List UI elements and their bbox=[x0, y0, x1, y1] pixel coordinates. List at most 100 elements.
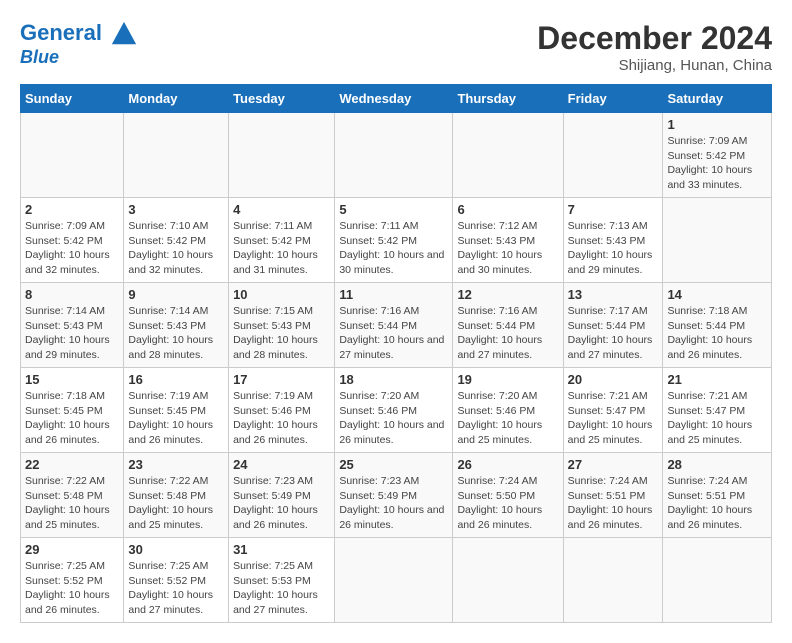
empty-cell bbox=[229, 113, 335, 198]
day-number: 27 bbox=[568, 457, 659, 472]
day-info: Sunrise: 7:18 AMSunset: 5:45 PMDaylight:… bbox=[25, 389, 119, 448]
calendar-table: SundayMondayTuesdayWednesdayThursdayFrid… bbox=[20, 84, 772, 623]
calendar-day-cell: 8 Sunrise: 7:14 AMSunset: 5:43 PMDayligh… bbox=[21, 283, 124, 368]
empty-cell bbox=[124, 113, 229, 198]
day-info: Sunrise: 7:19 AMSunset: 5:46 PMDaylight:… bbox=[233, 389, 330, 448]
calendar-day-cell: 26 Sunrise: 7:24 AMSunset: 5:50 PMDaylig… bbox=[453, 453, 563, 538]
empty-cell bbox=[453, 538, 563, 623]
calendar-header-row: SundayMondayTuesdayWednesdayThursdayFrid… bbox=[21, 85, 772, 113]
day-info: Sunrise: 7:24 AMSunset: 5:51 PMDaylight:… bbox=[568, 474, 659, 533]
empty-cell bbox=[453, 113, 563, 198]
day-number: 20 bbox=[568, 372, 659, 387]
day-info: Sunrise: 7:12 AMSunset: 5:43 PMDaylight:… bbox=[457, 219, 558, 278]
calendar-day-cell: 31 Sunrise: 7:25 AMSunset: 5:53 PMDaylig… bbox=[229, 538, 335, 623]
calendar-week-row: 22 Sunrise: 7:22 AMSunset: 5:48 PMDaylig… bbox=[21, 453, 772, 538]
day-info: Sunrise: 7:25 AMSunset: 5:53 PMDaylight:… bbox=[233, 559, 330, 618]
calendar-day-cell: 7 Sunrise: 7:13 AMSunset: 5:43 PMDayligh… bbox=[563, 198, 663, 283]
calendar-day-cell: 30 Sunrise: 7:25 AMSunset: 5:52 PMDaylig… bbox=[124, 538, 229, 623]
day-info: Sunrise: 7:20 AMSunset: 5:46 PMDaylight:… bbox=[339, 389, 448, 448]
calendar-day-cell: 9 Sunrise: 7:14 AMSunset: 5:43 PMDayligh… bbox=[124, 283, 229, 368]
calendar-week-row: 2 Sunrise: 7:09 AMSunset: 5:42 PMDayligh… bbox=[21, 198, 772, 283]
day-number: 11 bbox=[339, 287, 448, 302]
calendar-week-row: 8 Sunrise: 7:14 AMSunset: 5:43 PMDayligh… bbox=[21, 283, 772, 368]
day-info: Sunrise: 7:09 AMSunset: 5:42 PMDaylight:… bbox=[667, 134, 767, 193]
day-number: 21 bbox=[667, 372, 767, 387]
calendar-day-cell: 23 Sunrise: 7:22 AMSunset: 5:48 PMDaylig… bbox=[124, 453, 229, 538]
day-info: Sunrise: 7:23 AMSunset: 5:49 PMDaylight:… bbox=[339, 474, 448, 533]
logo-subtext: Blue bbox=[20, 48, 138, 68]
day-of-week-header: Thursday bbox=[453, 85, 563, 113]
day-number: 22 bbox=[25, 457, 119, 472]
day-info: Sunrise: 7:20 AMSunset: 5:46 PMDaylight:… bbox=[457, 389, 558, 448]
calendar-day-cell: 27 Sunrise: 7:24 AMSunset: 5:51 PMDaylig… bbox=[563, 453, 663, 538]
calendar-day-cell: 25 Sunrise: 7:23 AMSunset: 5:49 PMDaylig… bbox=[335, 453, 453, 538]
calendar-day-cell: 13 Sunrise: 7:17 AMSunset: 5:44 PMDaylig… bbox=[563, 283, 663, 368]
day-of-week-header: Sunday bbox=[21, 85, 124, 113]
day-info: Sunrise: 7:19 AMSunset: 5:45 PMDaylight:… bbox=[128, 389, 224, 448]
day-number: 17 bbox=[233, 372, 330, 387]
day-info: Sunrise: 7:25 AMSunset: 5:52 PMDaylight:… bbox=[128, 559, 224, 618]
empty-cell bbox=[563, 538, 663, 623]
day-info: Sunrise: 7:17 AMSunset: 5:44 PMDaylight:… bbox=[568, 304, 659, 363]
calendar-day-cell: 22 Sunrise: 7:22 AMSunset: 5:48 PMDaylig… bbox=[21, 453, 124, 538]
day-number: 19 bbox=[457, 372, 558, 387]
day-number: 31 bbox=[233, 542, 330, 557]
day-of-week-header: Friday bbox=[563, 85, 663, 113]
calendar-day-cell: 24 Sunrise: 7:23 AMSunset: 5:49 PMDaylig… bbox=[229, 453, 335, 538]
empty-cell bbox=[335, 113, 453, 198]
empty-cell bbox=[21, 113, 124, 198]
day-number: 6 bbox=[457, 202, 558, 217]
calendar-day-cell: 14 Sunrise: 7:18 AMSunset: 5:44 PMDaylig… bbox=[663, 283, 772, 368]
day-info: Sunrise: 7:09 AMSunset: 5:42 PMDaylight:… bbox=[25, 219, 119, 278]
day-number: 7 bbox=[568, 202, 659, 217]
day-number: 14 bbox=[667, 287, 767, 302]
day-number: 24 bbox=[233, 457, 330, 472]
calendar-week-row: 1 Sunrise: 7:09 AMSunset: 5:42 PMDayligh… bbox=[21, 113, 772, 198]
calendar-day-cell: 16 Sunrise: 7:19 AMSunset: 5:45 PMDaylig… bbox=[124, 368, 229, 453]
calendar-day-cell: 17 Sunrise: 7:19 AMSunset: 5:46 PMDaylig… bbox=[229, 368, 335, 453]
day-number: 25 bbox=[339, 457, 448, 472]
empty-cell bbox=[663, 198, 772, 283]
calendar-week-row: 15 Sunrise: 7:18 AMSunset: 5:45 PMDaylig… bbox=[21, 368, 772, 453]
day-number: 1 bbox=[667, 117, 767, 132]
logo: General Blue bbox=[20, 20, 138, 68]
day-info: Sunrise: 7:21 AMSunset: 5:47 PMDaylight:… bbox=[568, 389, 659, 448]
calendar-day-cell: 4 Sunrise: 7:11 AMSunset: 5:42 PMDayligh… bbox=[229, 198, 335, 283]
month-title: December 2024 bbox=[537, 20, 772, 57]
day-of-week-header: Wednesday bbox=[335, 85, 453, 113]
day-of-week-header: Saturday bbox=[663, 85, 772, 113]
calendar-day-cell: 3 Sunrise: 7:10 AMSunset: 5:42 PMDayligh… bbox=[124, 198, 229, 283]
empty-cell bbox=[335, 538, 453, 623]
day-info: Sunrise: 7:10 AMSunset: 5:42 PMDaylight:… bbox=[128, 219, 224, 278]
calendar-day-cell: 11 Sunrise: 7:16 AMSunset: 5:44 PMDaylig… bbox=[335, 283, 453, 368]
day-number: 28 bbox=[667, 457, 767, 472]
day-number: 30 bbox=[128, 542, 224, 557]
day-number: 12 bbox=[457, 287, 558, 302]
day-number: 23 bbox=[128, 457, 224, 472]
day-info: Sunrise: 7:22 AMSunset: 5:48 PMDaylight:… bbox=[128, 474, 224, 533]
day-number: 3 bbox=[128, 202, 224, 217]
empty-cell bbox=[563, 113, 663, 198]
calendar-day-cell: 12 Sunrise: 7:16 AMSunset: 5:44 PMDaylig… bbox=[453, 283, 563, 368]
day-info: Sunrise: 7:13 AMSunset: 5:43 PMDaylight:… bbox=[568, 219, 659, 278]
day-info: Sunrise: 7:16 AMSunset: 5:44 PMDaylight:… bbox=[457, 304, 558, 363]
calendar-day-cell: 5 Sunrise: 7:11 AMSunset: 5:42 PMDayligh… bbox=[335, 198, 453, 283]
calendar-day-cell: 1 Sunrise: 7:09 AMSunset: 5:42 PMDayligh… bbox=[663, 113, 772, 198]
day-number: 13 bbox=[568, 287, 659, 302]
day-info: Sunrise: 7:14 AMSunset: 5:43 PMDaylight:… bbox=[128, 304, 224, 363]
calendar-day-cell: 20 Sunrise: 7:21 AMSunset: 5:47 PMDaylig… bbox=[563, 368, 663, 453]
page-header: General Blue December 2024 Shijiang, Hun… bbox=[20, 20, 772, 74]
day-info: Sunrise: 7:23 AMSunset: 5:49 PMDaylight:… bbox=[233, 474, 330, 533]
day-info: Sunrise: 7:21 AMSunset: 5:47 PMDaylight:… bbox=[667, 389, 767, 448]
day-info: Sunrise: 7:15 AMSunset: 5:43 PMDaylight:… bbox=[233, 304, 330, 363]
calendar-week-row: 29 Sunrise: 7:25 AMSunset: 5:52 PMDaylig… bbox=[21, 538, 772, 623]
day-number: 4 bbox=[233, 202, 330, 217]
location: Shijiang, Hunan, China bbox=[537, 57, 772, 74]
calendar-day-cell: 19 Sunrise: 7:20 AMSunset: 5:46 PMDaylig… bbox=[453, 368, 563, 453]
day-number: 8 bbox=[25, 287, 119, 302]
calendar-day-cell: 28 Sunrise: 7:24 AMSunset: 5:51 PMDaylig… bbox=[663, 453, 772, 538]
day-number: 2 bbox=[25, 202, 119, 217]
calendar-day-cell: 18 Sunrise: 7:20 AMSunset: 5:46 PMDaylig… bbox=[335, 368, 453, 453]
day-info: Sunrise: 7:24 AMSunset: 5:51 PMDaylight:… bbox=[667, 474, 767, 533]
calendar-day-cell: 15 Sunrise: 7:18 AMSunset: 5:45 PMDaylig… bbox=[21, 368, 124, 453]
